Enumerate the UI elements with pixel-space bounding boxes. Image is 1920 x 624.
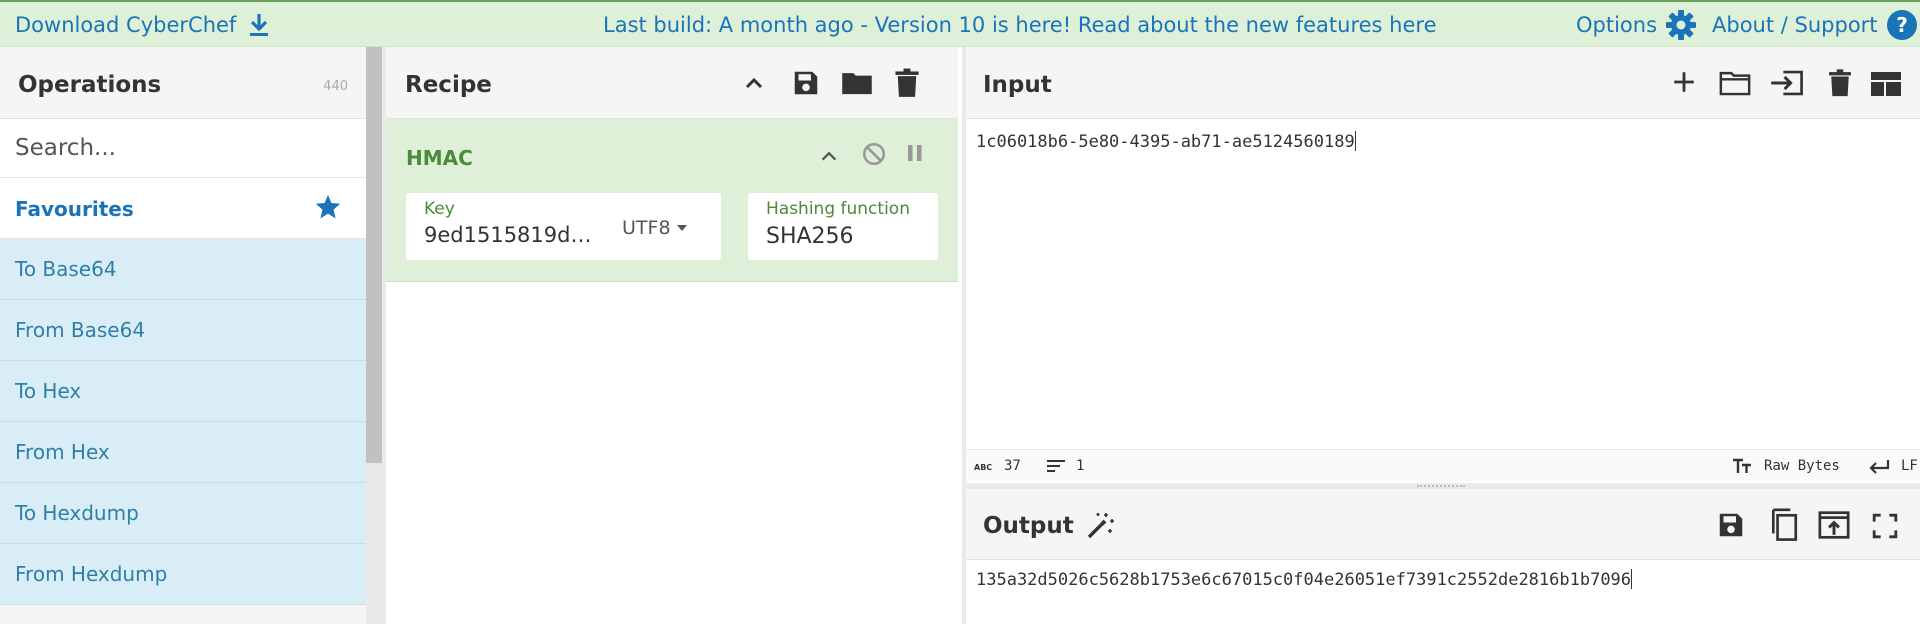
operations-count: 440 [323,79,348,94]
operation-label: From Hex [15,440,110,464]
operation-name: HMAC [406,146,473,170]
lines-icon [1047,460,1065,472]
favourites-label: Favourites [15,197,134,221]
key-field[interactable]: Key 9ed1515819d… UTF8 [406,193,721,260]
lines-indicator: 1 [1046,458,1084,474]
about-support-button[interactable]: About / Support ? [1712,2,1918,47]
operations-title: Operations [18,72,162,98]
input-panel: Input 1c06018b6-5e80-4395-ab71-ae5124560… [962,47,1920,483]
text-size-icon [1733,458,1751,473]
eol-selector[interactable]: LF [1869,458,1918,474]
copy-icon[interactable] [1767,508,1799,542]
operation-label: From Base64 [15,318,146,342]
load-file-icon[interactable] [1770,68,1804,98]
svg-text:?: ? [1896,13,1908,37]
replace-input-icon[interactable] [1818,510,1850,540]
recipe-operation-hmac[interactable]: HMAC Key 9ed1515819d… UTF8 Hashing funct… [386,119,958,282]
favourite-operations-list: To Base64 From Base64 To Hex From Hex To… [0,239,366,605]
output-panel: Output 135a32d5026c5628b1753e6c67015c0f0… [962,489,1920,624]
operations-scrollbar[interactable] [366,47,382,624]
trash-icon[interactable] [894,68,920,98]
operation-label: From Hexdump [15,562,168,586]
top-banner: Download CyberChef Last build: A month a… [0,0,1920,47]
encoding-value: Raw Bytes [1764,458,1840,474]
lines-value: 1 [1076,458,1085,474]
key-encoding-dropdown[interactable]: UTF8 [622,217,687,239]
operations-search-input[interactable] [0,119,366,178]
key-label: Key [424,199,455,219]
input-header: Input [966,47,1920,119]
operation-item[interactable]: To Hexdump [0,483,366,544]
recipe-title: Recipe [405,72,492,98]
operations-panel: Operations 440 Favourites To Base64 From… [0,47,366,624]
operation-item[interactable]: To Hex [0,361,366,422]
encoding-selector[interactable]: Raw Bytes [1732,458,1840,474]
favourites-category[interactable]: Favourites [0,178,366,239]
open-folder-icon[interactable] [1719,68,1751,98]
key-value[interactable]: 9ed1515819d… [424,223,591,247]
input-text-area[interactable]: 1c06018b6-5e80-4395-ab71-ae5124560189 [976,131,1356,152]
input-status-bar: ABC 37 1 Raw Bytes LF [966,449,1920,481]
build-notice-link[interactable]: Last build: A month ago - Version 10 is … [603,2,1437,47]
recipe-header: Recipe [386,47,958,119]
magic-wand-icon[interactable] [1086,510,1116,540]
trash-icon[interactable] [1828,68,1852,98]
download-cyberchef-link[interactable]: Download CyberChef [15,2,270,47]
folder-icon[interactable] [841,68,873,98]
save-icon[interactable] [791,68,821,98]
operation-label: To Hexdump [15,501,139,525]
length-indicator: ABC 37 [974,458,1021,474]
about-label: About / Support [1712,12,1878,37]
operation-label: To Base64 [15,257,117,281]
help-icon: ? [1886,9,1917,40]
operation-label: To Hex [15,379,82,403]
operations-header: Operations 440 [0,47,366,119]
caret-down-icon [676,225,687,231]
maximize-icon[interactable] [1872,513,1898,539]
return-icon [1869,460,1890,474]
operation-item[interactable]: To Base64 [0,239,366,300]
operation-item[interactable]: From Hexdump [0,544,366,605]
options-label: Options [1576,12,1658,37]
options-button[interactable]: Options [1576,2,1697,47]
operation-item[interactable]: From Base64 [0,300,366,361]
abc-icon: ABC [974,463,992,472]
operation-item[interactable]: From Hex [0,422,366,483]
input-title: Input [983,72,1052,98]
pause-icon[interactable] [905,143,925,165]
disable-icon[interactable] [861,141,887,167]
chevron-up-icon[interactable] [818,145,840,167]
hashing-function-value[interactable]: SHA256 [766,224,854,249]
svg-text:ABC: ABC [974,463,992,472]
length-value: 37 [1004,458,1021,474]
output-header: Output [966,489,1920,560]
hashing-function-label: Hashing function [766,199,910,219]
output-text-area[interactable]: 135a32d5026c5628b1753e6c67015c0f04e26051… [976,569,1632,590]
download-label: Download CyberChef [15,12,237,37]
add-tab-icon[interactable] [1671,69,1697,95]
recipe-panel: Recipe HMAC Key 9ed1515819d… UTF8 Hashin… [382,47,958,624]
layout-icon[interactable] [1870,71,1902,97]
chevron-up-icon[interactable] [742,71,766,95]
output-title: Output [983,513,1074,539]
save-icon[interactable] [1716,510,1746,540]
key-encoding-label: UTF8 [622,217,671,239]
operations-scrollbar-thumb[interactable] [366,47,382,463]
eol-value: LF [1901,458,1918,474]
gear-icon [1666,9,1697,40]
star-icon[interactable] [314,193,342,221]
download-icon [250,13,269,36]
hashing-function-field[interactable]: Hashing function SHA256 [748,193,938,260]
